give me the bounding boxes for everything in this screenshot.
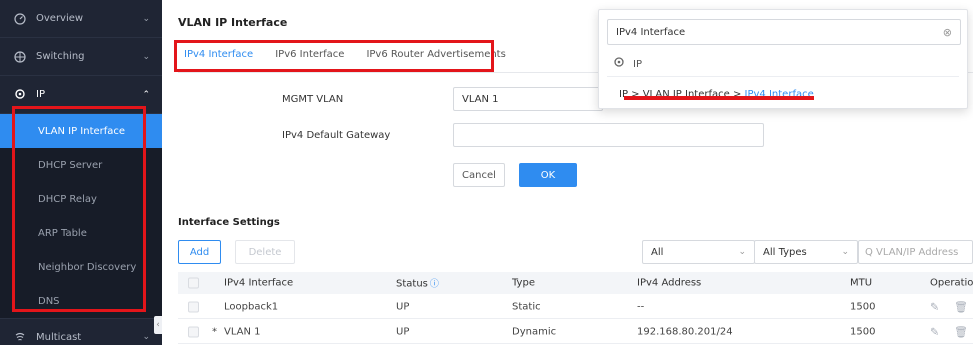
sidebar-section-label: Switching [36, 51, 85, 62]
global-search-input[interactable]: IPv4 Interface ⊗ [607, 19, 961, 45]
edit-icon[interactable]: ✎ [930, 325, 939, 338]
sidebar-item-label: VLAN IP Interface [38, 125, 126, 137]
sidebar: Overview ⌄ Switching ⌄ IP ⌃ VLAN IP Inte… [0, 0, 162, 345]
sidebar-collapse-button[interactable]: ‹ [154, 316, 162, 334]
sidebar-item-label: Neighbor Discovery [38, 261, 137, 273]
tab-bar: IPv4 Interface IPv6 Interface IPv6 Route… [184, 49, 528, 60]
page-title: VLAN IP Interface [178, 16, 288, 29]
chevron-down-icon: ⌄ [142, 13, 150, 24]
overview-icon [12, 12, 28, 25]
multicast-icon [12, 331, 28, 343]
sidebar-section-switching[interactable]: Switching ⌄ [0, 38, 162, 76]
location-pin-icon [12, 88, 28, 101]
sidebar-item-label: DHCP Relay [38, 193, 97, 205]
row-marker: * [212, 326, 217, 337]
divider [607, 76, 959, 77]
row-checkbox[interactable] [188, 326, 199, 337]
table-header: IPv4 Interface Status ⓘ Type IPv4 Address… [178, 272, 973, 294]
delete-button[interactable]: Delete [235, 240, 295, 264]
sidebar-item-arp-table[interactable]: ARP Table [0, 216, 162, 250]
mgmt-vlan-value: VLAN 1 [462, 93, 499, 105]
location-pin-icon [613, 57, 625, 72]
search-placeholder: Q VLAN/IP Address [865, 246, 959, 258]
chevron-down-icon: ⌄ [738, 247, 746, 257]
mgmt-vlan-select[interactable]: VLAN 1 [453, 87, 603, 111]
tab-ipv4-interface[interactable]: IPv4 Interface [184, 49, 253, 60]
interface-type: Static [512, 301, 541, 312]
tab-ipv6-router-advertisements[interactable]: IPv6 Router Advertisements [366, 49, 505, 60]
interface-mtu: 1500 [850, 301, 876, 312]
clear-icon[interactable]: ⊗ [943, 26, 952, 39]
sidebar-item-vlan-ip-interface[interactable]: VLAN IP Interface [0, 114, 162, 148]
table-row: * VLAN 1 UP Dynamic 192.168.80.201/24 15… [178, 320, 973, 344]
interface-settings-title: Interface Settings [178, 217, 280, 228]
col-operation: Operation [930, 277, 973, 289]
col-ipv4-address: IPv4 Address [637, 277, 702, 289]
interface-name: Loopback1 [224, 301, 279, 312]
search-result-group-label: IP [633, 59, 642, 70]
global-search-query: IPv4 Interface [616, 26, 686, 38]
sidebar-section-label: Overview [36, 13, 84, 24]
interface-address: 192.168.80.201/24 [637, 326, 733, 337]
interface-address: -- [637, 301, 645, 312]
chevron-down-icon: ⌄ [841, 247, 849, 257]
search-result-group: IP [613, 57, 642, 72]
col-status-label: Status [396, 278, 428, 290]
interface-type: Dynamic [512, 326, 557, 337]
col-ipv4-interface: IPv4 Interface [224, 277, 294, 289]
sidebar-section-ip[interactable]: IP ⌃ [0, 76, 162, 114]
type-filter-value: All Types [763, 246, 807, 258]
sidebar-section-label: Multicast [36, 331, 82, 343]
edit-icon[interactable]: ✎ [930, 300, 939, 313]
row-checkbox[interactable] [188, 301, 199, 312]
col-type: Type [512, 277, 535, 289]
sidebar-item-dns[interactable]: DNS [0, 284, 162, 318]
trash-icon[interactable]: 🗑 [954, 300, 968, 313]
sidebar-section-overview[interactable]: Overview ⌄ [0, 0, 162, 38]
cancel-button[interactable]: Cancel [453, 163, 505, 187]
vlan-ip-search-input[interactable]: Q VLAN/IP Address [858, 240, 973, 264]
sidebar-section-multicast[interactable]: Multicast ⌄ [0, 318, 162, 345]
table-row: Loopback1 UP Static -- 1500 ✎ 🗑 [178, 295, 973, 319]
sidebar-item-dhcp-server[interactable]: DHCP Server [0, 148, 162, 182]
gateway-label: IPv4 Default Gateway [282, 130, 391, 141]
sidebar-item-neighbor-discovery[interactable]: Neighbor Discovery [0, 250, 162, 284]
highlight-underline-path [624, 96, 814, 100]
tab-ipv6-interface[interactable]: IPv6 Interface [275, 49, 344, 60]
chevron-down-icon: ⌄ [142, 51, 150, 62]
mgmt-vlan-label: MGMT VLAN [282, 94, 344, 105]
switching-icon [12, 50, 28, 63]
sidebar-item-label: ARP Table [38, 227, 87, 239]
chevron-up-icon: ⌃ [142, 89, 150, 100]
global-search-dropdown: IPv4 Interface ⊗ IP IP > VLAN IP Interfa… [598, 9, 968, 109]
interface-status: UP [396, 326, 410, 337]
interface-status: UP [396, 301, 410, 312]
gateway-input[interactable] [453, 123, 764, 147]
status-filter-select[interactable]: All ⌄ [642, 240, 755, 264]
select-all-checkbox[interactable] [188, 277, 199, 289]
interface-mtu: 1500 [850, 326, 876, 337]
sidebar-item-dhcp-relay[interactable]: DHCP Relay [0, 182, 162, 216]
add-button[interactable]: Add [178, 240, 221, 264]
sidebar-item-label: DNS [38, 295, 60, 307]
chevron-down-icon: ⌄ [142, 332, 150, 342]
status-filter-value: All [651, 246, 664, 258]
sidebar-item-label: DHCP Server [38, 159, 103, 171]
col-mtu: MTU [850, 277, 873, 289]
col-status: Status ⓘ [396, 277, 439, 290]
trash-icon[interactable]: 🗑 [954, 325, 968, 338]
info-icon[interactable]: ⓘ [430, 280, 439, 290]
ok-button[interactable]: OK [519, 163, 577, 187]
interface-name: VLAN 1 [224, 326, 261, 337]
type-filter-select[interactable]: All Types ⌄ [754, 240, 858, 264]
sidebar-section-label: IP [36, 89, 45, 100]
